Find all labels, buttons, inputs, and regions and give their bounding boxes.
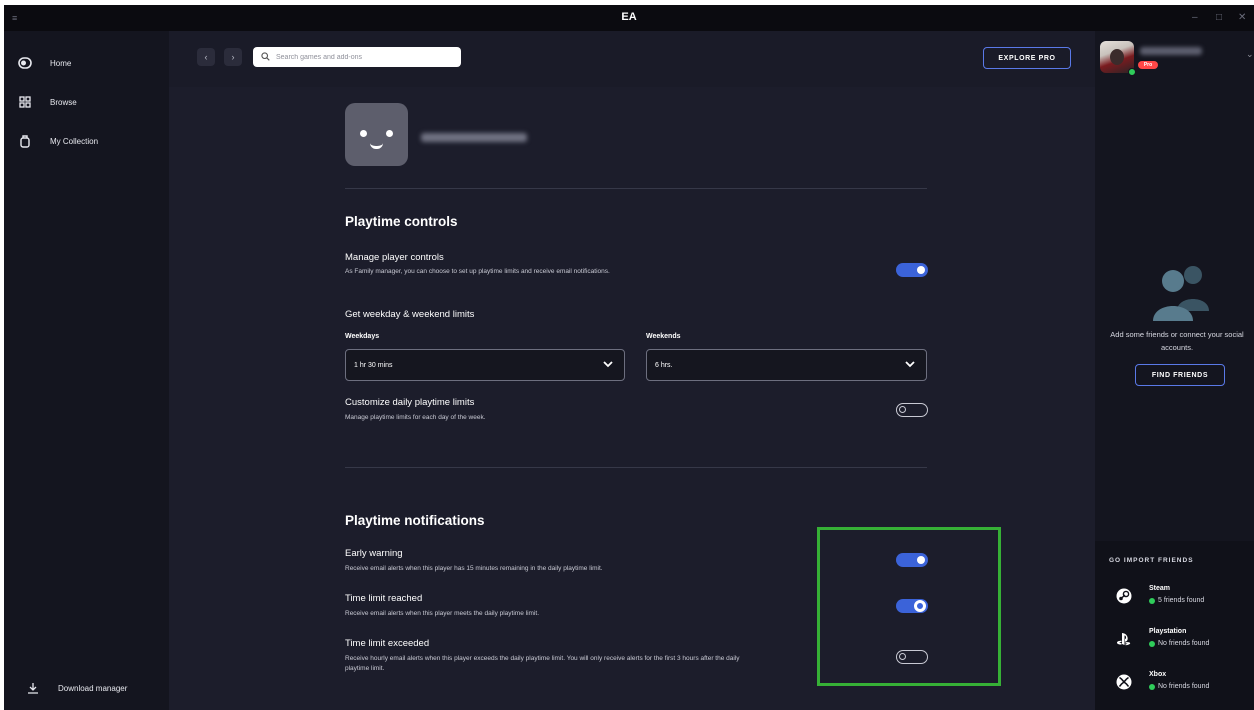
sidebar-item-label: Home [50, 58, 72, 68]
window-title: EA [621, 11, 637, 23]
platform-status-text: 5 friends found [1158, 597, 1205, 604]
sidebar-item-label: My Collection [50, 136, 99, 146]
sidebar-item-browse[interactable]: Browse [18, 92, 77, 112]
forward-button[interactable]: › [224, 48, 242, 66]
customize-limits-title: Customize daily playtime limits [345, 397, 475, 408]
toggle-knob [899, 406, 906, 413]
platform-status: No friends found [1149, 640, 1209, 647]
limits-title: Get weekday & weekend limits [345, 309, 475, 320]
download-manager-label: Download manager [58, 683, 128, 693]
platform-status-text: No friends found [1158, 683, 1210, 690]
toggle-knob [917, 266, 925, 274]
collection-icon [18, 134, 32, 148]
import-row-xbox[interactable]: Xbox No friends found [1111, 667, 1251, 697]
manage-controls-toggle[interactable] [896, 263, 928, 277]
back-button[interactable]: ‹ [197, 48, 215, 66]
title-bar: ≡ EA – □ ✕ [4, 5, 1254, 31]
import-friends-title: GO IMPORT FRIENDS [1109, 557, 1194, 564]
platform-name: Steam [1149, 585, 1171, 592]
chevron-down-icon [905, 361, 915, 368]
search-input[interactable] [276, 53, 456, 61]
import-friends-section: GO IMPORT FRIENDS Steam 5 friends found … [1095, 541, 1254, 710]
profile-menu[interactable]: Pro ⌄ [1100, 41, 1254, 76]
minimize-icon[interactable]: – [1192, 12, 1198, 23]
status-dot-icon [1149, 683, 1155, 690]
import-row-steam[interactable]: Steam 5 friends found [1111, 581, 1251, 611]
early-warning-title: Early warning [345, 548, 403, 559]
chevron-left-icon: ‹ [204, 52, 208, 62]
find-friends-button[interactable]: FIND FRIENDS [1135, 364, 1225, 386]
platform-name: Xbox [1149, 671, 1167, 678]
weekdays-value: 1 hr 30 mins [354, 361, 393, 369]
section-title: Playtime notifications [345, 513, 485, 528]
time-limit-reached-title: Time limit reached [345, 593, 423, 604]
time-limit-exceeded-title: Time limit exceeded [345, 638, 430, 649]
highlight-annotation-box [817, 527, 1001, 686]
friends-empty-text: Add some friends or connect your social … [1110, 330, 1244, 352]
chevron-down-icon[interactable]: ⌄ [1246, 49, 1254, 60]
chevron-right-icon: › [231, 52, 235, 62]
manage-controls-desc: As Family manager, you can choose to set… [345, 268, 610, 275]
weekdays-label: Weekdays [345, 333, 380, 340]
playstation-icon [1115, 630, 1133, 648]
online-status-icon [1128, 68, 1136, 76]
weekends-label: Weekends [646, 333, 681, 340]
weekends-select[interactable]: 6 hrs. [646, 349, 927, 381]
search-icon [261, 48, 270, 66]
platform-status: 5 friends found [1149, 597, 1204, 604]
platform-status-text: No friends found [1158, 640, 1210, 647]
manage-controls-title: Manage player controls [345, 252, 444, 263]
early-warning-desc: Receive email alerts when this player ha… [345, 565, 603, 572]
player-name-redacted [421, 133, 527, 142]
friends-panel: Pro ⌄ Add some friends or connect your s… [1095, 31, 1254, 710]
time-limit-exceeded-desc: Receive hourly email alerts when this pl… [345, 655, 740, 672]
top-bar: ‹ › EXPLORE PRO [169, 31, 1099, 87]
time-limit-reached-desc: Receive email alerts when this player me… [345, 610, 539, 617]
chevron-down-icon [603, 361, 613, 368]
customize-limits-toggle[interactable] [896, 403, 928, 417]
left-sidebar: Home Browse My Collection Download manag… [4, 31, 169, 710]
divider [345, 467, 927, 468]
download-manager-button[interactable]: Download manager [26, 681, 127, 695]
download-icon [26, 681, 40, 695]
avatar-eye [386, 130, 393, 137]
friends-empty-icon [1153, 266, 1209, 321]
section-title: Playtime controls [345, 214, 458, 229]
player-avatar [345, 103, 408, 166]
sidebar-item-my-collection[interactable]: My Collection [18, 131, 98, 151]
xbox-icon [1115, 673, 1133, 691]
customize-limits-desc: Manage playtime limits for each day of t… [345, 414, 486, 421]
sidebar-item-label: Browse [50, 97, 77, 107]
avatar-eye [360, 130, 367, 137]
weekdays-select[interactable]: 1 hr 30 mins [345, 349, 625, 381]
sidebar-item-home[interactable]: Home [18, 53, 71, 73]
username-redacted [1140, 47, 1202, 55]
status-dot-icon [1149, 640, 1155, 647]
import-row-playstation[interactable]: Playstation No friends found [1111, 624, 1251, 654]
search-bar[interactable] [253, 47, 461, 67]
platform-status: No friends found [1149, 683, 1209, 690]
ea-app-window: ≡ EA – □ ✕ Home Browse My Collection Dow… [4, 5, 1254, 710]
divider [345, 188, 927, 189]
home-icon [18, 56, 32, 70]
browse-icon [18, 95, 32, 109]
pro-badge: Pro [1138, 61, 1158, 69]
status-dot-icon [1149, 597, 1155, 604]
maximize-icon[interactable]: □ [1216, 12, 1222, 23]
avatar-mouth [370, 143, 383, 149]
steam-icon [1115, 587, 1133, 605]
close-icon[interactable]: ✕ [1238, 12, 1246, 23]
platform-name: Playstation [1149, 628, 1187, 635]
explore-pro-button[interactable]: EXPLORE PRO [983, 47, 1071, 69]
weekends-value: 6 hrs. [655, 361, 673, 369]
